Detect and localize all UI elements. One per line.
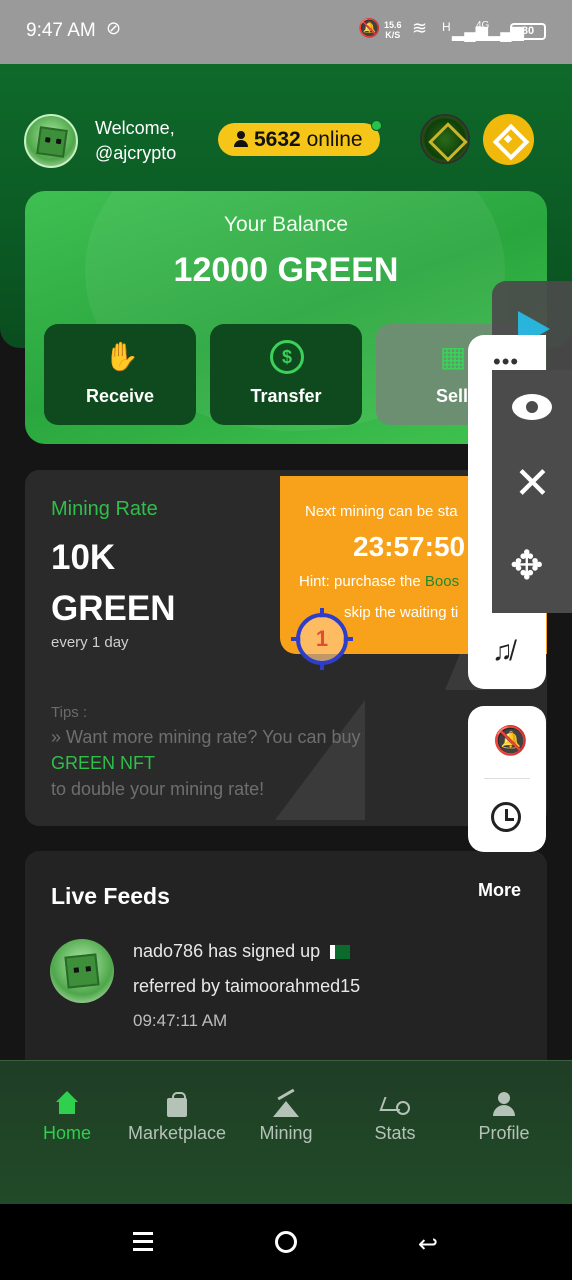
network-speed: 15.6 K/S — [384, 20, 402, 40]
next-mining-title: Next mining can be sta — [305, 503, 458, 520]
system-navigation-bar: ↩ — [0, 1204, 572, 1280]
live-feeds-title: Live Feeds — [51, 883, 170, 909]
nav-home[interactable]: Home — [36, 1091, 98, 1151]
user-avatar[interactable] — [24, 114, 78, 168]
close-icon[interactable]: ✕ — [514, 462, 551, 506]
welcome-label: Welcome, — [95, 118, 175, 138]
green-token-icon[interactable] — [420, 114, 470, 164]
boost-hint-line2: skip the waiting ti — [344, 604, 459, 621]
tap-marker: 1 — [291, 608, 353, 670]
online-dot-icon — [371, 120, 382, 131]
status-bar: 9:47 AM ⊘ 🔕 15.6 K/S ≋ H ▂▄▆ 4G ▂▄▆ 80 — [0, 0, 572, 64]
nav-marketplace-label: Marketplace — [127, 1123, 227, 1143]
balance-value: 12000 GREEN — [173, 251, 399, 289]
wifi-icon: ≋ — [412, 18, 428, 38]
nav-mining-label: Mining — [259, 1123, 313, 1143]
feed-avatar — [50, 939, 114, 1003]
overlay-divider — [484, 778, 530, 779]
stats-chart-icon — [382, 1091, 410, 1117]
boost-hint: Hint: purchase the Boos — [299, 573, 460, 590]
feed-time: 09:47:11 AM — [133, 1011, 228, 1030]
username: @ajcrypto — [95, 143, 177, 163]
boost-link[interactable]: Boos — [425, 573, 459, 590]
mining-rate-label: Mining Rate — [51, 498, 158, 520]
green-nft-link[interactable]: GREEN NFT — [51, 750, 411, 776]
battery-icon: 80 — [510, 23, 546, 40]
dollar-transfer-icon: $ — [270, 340, 304, 374]
tips-heading: Tips : — [51, 704, 88, 721]
nav-marketplace[interactable]: Marketplace — [120, 1091, 234, 1151]
move-icon[interactable]: ✥ — [510, 546, 544, 586]
nav-stats-label: Stats — [374, 1123, 416, 1143]
live-feeds-card: Live Feeds More nado786 has signed up re… — [25, 851, 547, 1081]
home-icon — [54, 1091, 80, 1117]
feed-signup-text: nado786 has signed up — [133, 941, 351, 962]
feed-referral-text: referred by taimoorahmed15 — [133, 976, 361, 996]
hand-coins-icon: ✋ — [104, 341, 139, 372]
transfer-label: Transfer — [250, 386, 322, 406]
tap-marker-number: 1 — [296, 613, 348, 665]
transfer-button[interactable]: $ Transfer — [210, 324, 362, 425]
online-count-badge: 5632 online — [218, 120, 382, 156]
mining-period: every 1 day — [51, 634, 129, 651]
nav-mining[interactable]: Mining — [250, 1091, 322, 1151]
nav-profile[interactable]: Profile — [472, 1091, 536, 1151]
person-icon — [233, 131, 249, 147]
eye-icon[interactable] — [512, 394, 552, 420]
nav-stats[interactable]: Stats — [364, 1091, 426, 1151]
data-saver-icon: ⊘ — [106, 18, 122, 38]
mining-rate-value: 10K GREEN — [51, 538, 176, 628]
pakistan-flag-icon — [330, 945, 351, 960]
nav-profile-label: Profile — [478, 1123, 530, 1143]
profile-icon — [491, 1091, 517, 1117]
overlay-controls: ✕ ✥ — [492, 370, 572, 613]
mining-timer: 23:57:50 — [353, 531, 466, 562]
clock-icon[interactable] — [491, 802, 521, 832]
back-icon[interactable]: ↩ — [418, 1230, 438, 1259]
mining-pick-icon — [273, 1091, 299, 1117]
receive-label: Receive — [85, 386, 155, 406]
status-time: 9:47 AM — [26, 20, 96, 41]
more-button[interactable]: More — [478, 880, 521, 901]
tips-text: » Want more mining rate? You can buy GRE… — [51, 724, 411, 802]
store-icon: ▦ — [439, 341, 467, 372]
nav-home-label: Home — [42, 1123, 91, 1143]
home-button-icon[interactable] — [275, 1231, 297, 1253]
bell-off-icon[interactable]: 🔕 — [493, 724, 528, 757]
online-count: 5632 — [254, 128, 301, 151]
recent-apps-icon[interactable] — [133, 1232, 153, 1252]
mute-icon: 🔕 — [358, 18, 381, 38]
online-label: online — [306, 128, 363, 151]
welcome-text: Welcome, @ajcrypto — [95, 116, 176, 166]
overlay-panel-2: 🔕 — [468, 706, 546, 852]
signal-h-label: H — [442, 20, 451, 34]
bnb-icon[interactable] — [483, 114, 534, 165]
music-off-icon[interactable]: ♫̸ — [492, 635, 513, 667]
balance-label: Your Balance — [223, 213, 349, 236]
bottom-navigation: Home Marketplace Mining Stats Profile — [0, 1060, 572, 1204]
shopping-bag-icon — [164, 1091, 190, 1117]
receive-button[interactable]: ✋ Receive — [44, 324, 196, 425]
